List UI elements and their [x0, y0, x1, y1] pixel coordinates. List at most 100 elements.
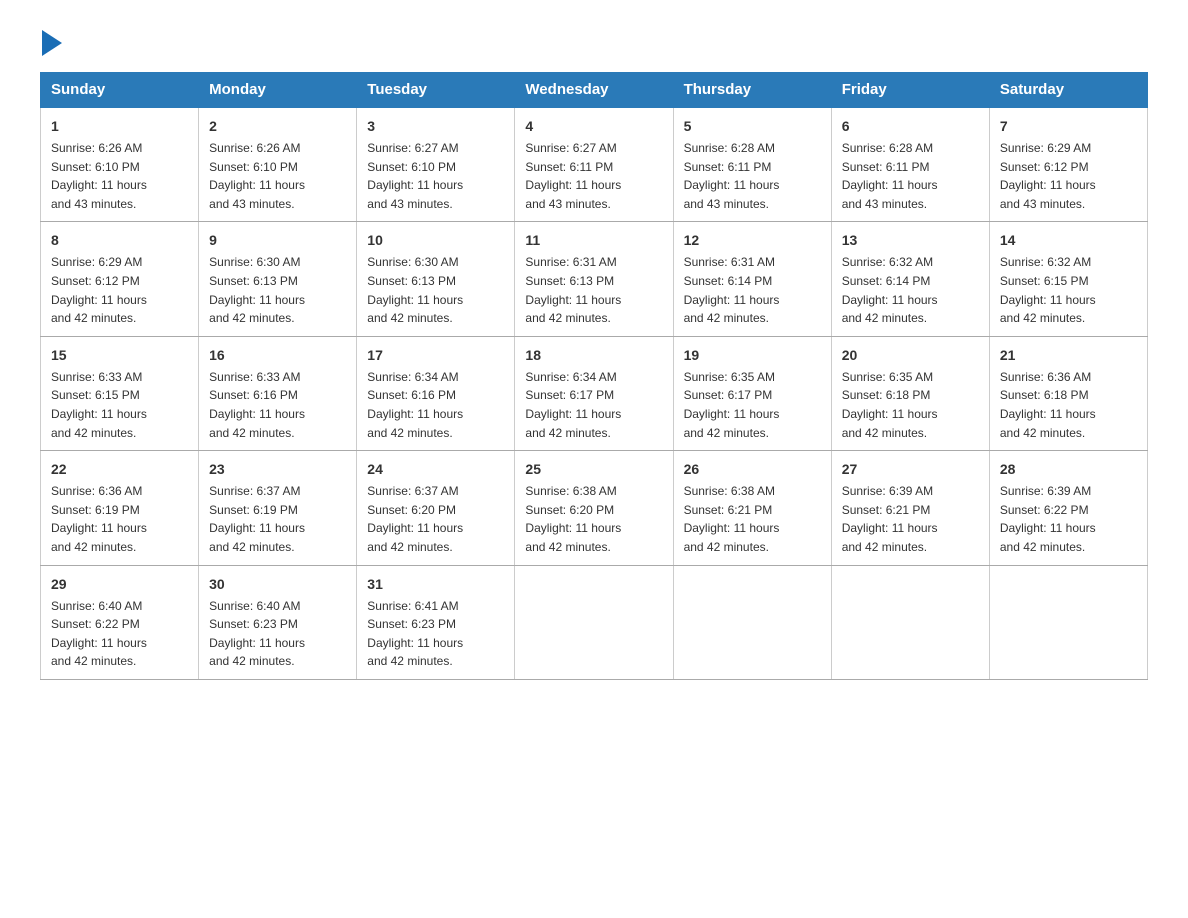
calendar-day-cell: 6Sunrise: 6:28 AMSunset: 6:11 PMDaylight… [831, 107, 989, 222]
day-info: Sunrise: 6:37 AMSunset: 6:19 PMDaylight:… [209, 482, 346, 556]
day-number: 26 [684, 459, 821, 480]
calendar-day-cell: 25Sunrise: 6:38 AMSunset: 6:20 PMDayligh… [515, 451, 673, 565]
calendar-day-cell: 24Sunrise: 6:37 AMSunset: 6:20 PMDayligh… [357, 451, 515, 565]
day-number: 22 [51, 459, 188, 480]
day-number: 16 [209, 345, 346, 366]
day-number: 2 [209, 116, 346, 137]
day-info: Sunrise: 6:34 AMSunset: 6:17 PMDaylight:… [525, 368, 662, 442]
calendar-day-cell: 17Sunrise: 6:34 AMSunset: 6:16 PMDayligh… [357, 336, 515, 450]
calendar-week-row: 1Sunrise: 6:26 AMSunset: 6:10 PMDaylight… [41, 107, 1148, 222]
day-info: Sunrise: 6:31 AMSunset: 6:14 PMDaylight:… [684, 253, 821, 327]
day-number: 30 [209, 574, 346, 595]
day-number: 5 [684, 116, 821, 137]
day-number: 20 [842, 345, 979, 366]
day-info: Sunrise: 6:39 AMSunset: 6:22 PMDaylight:… [1000, 482, 1137, 556]
calendar-day-cell: 2Sunrise: 6:26 AMSunset: 6:10 PMDaylight… [199, 107, 357, 222]
calendar-day-cell: 9Sunrise: 6:30 AMSunset: 6:13 PMDaylight… [199, 222, 357, 336]
day-number: 3 [367, 116, 504, 137]
day-info: Sunrise: 6:27 AMSunset: 6:11 PMDaylight:… [525, 139, 662, 213]
day-number: 12 [684, 230, 821, 251]
day-info: Sunrise: 6:33 AMSunset: 6:16 PMDaylight:… [209, 368, 346, 442]
calendar-day-header: Wednesday [515, 73, 673, 108]
calendar-day-header: Monday [199, 73, 357, 108]
day-number: 21 [1000, 345, 1137, 366]
day-info: Sunrise: 6:38 AMSunset: 6:21 PMDaylight:… [684, 482, 821, 556]
calendar-day-cell: 10Sunrise: 6:30 AMSunset: 6:13 PMDayligh… [357, 222, 515, 336]
day-number: 23 [209, 459, 346, 480]
calendar-day-cell: 7Sunrise: 6:29 AMSunset: 6:12 PMDaylight… [989, 107, 1147, 222]
day-info: Sunrise: 6:26 AMSunset: 6:10 PMDaylight:… [209, 139, 346, 213]
day-info: Sunrise: 6:27 AMSunset: 6:10 PMDaylight:… [367, 139, 504, 213]
calendar-day-header: Tuesday [357, 73, 515, 108]
calendar-day-cell: 4Sunrise: 6:27 AMSunset: 6:11 PMDaylight… [515, 107, 673, 222]
day-info: Sunrise: 6:36 AMSunset: 6:18 PMDaylight:… [1000, 368, 1137, 442]
calendar-week-row: 15Sunrise: 6:33 AMSunset: 6:15 PMDayligh… [41, 336, 1148, 450]
page-header [40, 30, 1148, 52]
day-info: Sunrise: 6:32 AMSunset: 6:14 PMDaylight:… [842, 253, 979, 327]
day-info: Sunrise: 6:39 AMSunset: 6:21 PMDaylight:… [842, 482, 979, 556]
day-number: 27 [842, 459, 979, 480]
day-info: Sunrise: 6:28 AMSunset: 6:11 PMDaylight:… [684, 139, 821, 213]
day-info: Sunrise: 6:31 AMSunset: 6:13 PMDaylight:… [525, 253, 662, 327]
calendar-week-row: 29Sunrise: 6:40 AMSunset: 6:22 PMDayligh… [41, 565, 1148, 679]
day-info: Sunrise: 6:35 AMSunset: 6:17 PMDaylight:… [684, 368, 821, 442]
calendar-day-cell: 31Sunrise: 6:41 AMSunset: 6:23 PMDayligh… [357, 565, 515, 679]
day-info: Sunrise: 6:36 AMSunset: 6:19 PMDaylight:… [51, 482, 188, 556]
day-number: 24 [367, 459, 504, 480]
day-number: 17 [367, 345, 504, 366]
calendar-day-cell: 14Sunrise: 6:32 AMSunset: 6:15 PMDayligh… [989, 222, 1147, 336]
day-info: Sunrise: 6:38 AMSunset: 6:20 PMDaylight:… [525, 482, 662, 556]
calendar-day-cell: 22Sunrise: 6:36 AMSunset: 6:19 PMDayligh… [41, 451, 199, 565]
calendar-day-header: Thursday [673, 73, 831, 108]
calendar-day-cell [515, 565, 673, 679]
calendar-day-cell [989, 565, 1147, 679]
day-number: 29 [51, 574, 188, 595]
logo-arrow-icon [42, 30, 62, 56]
day-number: 25 [525, 459, 662, 480]
calendar-day-cell: 16Sunrise: 6:33 AMSunset: 6:16 PMDayligh… [199, 336, 357, 450]
calendar-day-cell: 5Sunrise: 6:28 AMSunset: 6:11 PMDaylight… [673, 107, 831, 222]
calendar-day-cell: 29Sunrise: 6:40 AMSunset: 6:22 PMDayligh… [41, 565, 199, 679]
day-number: 19 [684, 345, 821, 366]
calendar-day-cell: 19Sunrise: 6:35 AMSunset: 6:17 PMDayligh… [673, 336, 831, 450]
calendar-day-cell: 3Sunrise: 6:27 AMSunset: 6:10 PMDaylight… [357, 107, 515, 222]
day-info: Sunrise: 6:29 AMSunset: 6:12 PMDaylight:… [51, 253, 188, 327]
calendar-day-cell: 11Sunrise: 6:31 AMSunset: 6:13 PMDayligh… [515, 222, 673, 336]
day-info: Sunrise: 6:33 AMSunset: 6:15 PMDaylight:… [51, 368, 188, 442]
calendar-header-row: SundayMondayTuesdayWednesdayThursdayFrid… [41, 73, 1148, 108]
day-info: Sunrise: 6:40 AMSunset: 6:22 PMDaylight:… [51, 597, 188, 671]
day-info: Sunrise: 6:28 AMSunset: 6:11 PMDaylight:… [842, 139, 979, 213]
day-number: 10 [367, 230, 504, 251]
day-number: 28 [1000, 459, 1137, 480]
calendar-table: SundayMondayTuesdayWednesdayThursdayFrid… [40, 72, 1148, 680]
day-number: 4 [525, 116, 662, 137]
day-info: Sunrise: 6:35 AMSunset: 6:18 PMDaylight:… [842, 368, 979, 442]
day-info: Sunrise: 6:29 AMSunset: 6:12 PMDaylight:… [1000, 139, 1137, 213]
day-number: 11 [525, 230, 662, 251]
day-number: 31 [367, 574, 504, 595]
calendar-day-cell: 15Sunrise: 6:33 AMSunset: 6:15 PMDayligh… [41, 336, 199, 450]
calendar-day-cell: 30Sunrise: 6:40 AMSunset: 6:23 PMDayligh… [199, 565, 357, 679]
day-number: 8 [51, 230, 188, 251]
day-number: 6 [842, 116, 979, 137]
day-info: Sunrise: 6:34 AMSunset: 6:16 PMDaylight:… [367, 368, 504, 442]
calendar-day-header: Saturday [989, 73, 1147, 108]
day-number: 13 [842, 230, 979, 251]
calendar-day-cell [831, 565, 989, 679]
day-info: Sunrise: 6:32 AMSunset: 6:15 PMDaylight:… [1000, 253, 1137, 327]
day-info: Sunrise: 6:40 AMSunset: 6:23 PMDaylight:… [209, 597, 346, 671]
calendar-day-cell: 12Sunrise: 6:31 AMSunset: 6:14 PMDayligh… [673, 222, 831, 336]
day-number: 18 [525, 345, 662, 366]
calendar-day-cell: 23Sunrise: 6:37 AMSunset: 6:19 PMDayligh… [199, 451, 357, 565]
calendar-day-cell: 27Sunrise: 6:39 AMSunset: 6:21 PMDayligh… [831, 451, 989, 565]
day-number: 9 [209, 230, 346, 251]
calendar-day-cell: 28Sunrise: 6:39 AMSunset: 6:22 PMDayligh… [989, 451, 1147, 565]
day-number: 15 [51, 345, 188, 366]
calendar-day-cell: 26Sunrise: 6:38 AMSunset: 6:21 PMDayligh… [673, 451, 831, 565]
day-info: Sunrise: 6:26 AMSunset: 6:10 PMDaylight:… [51, 139, 188, 213]
calendar-week-row: 22Sunrise: 6:36 AMSunset: 6:19 PMDayligh… [41, 451, 1148, 565]
calendar-day-cell: 21Sunrise: 6:36 AMSunset: 6:18 PMDayligh… [989, 336, 1147, 450]
calendar-day-header: Friday [831, 73, 989, 108]
calendar-day-cell [673, 565, 831, 679]
day-info: Sunrise: 6:30 AMSunset: 6:13 PMDaylight:… [209, 253, 346, 327]
